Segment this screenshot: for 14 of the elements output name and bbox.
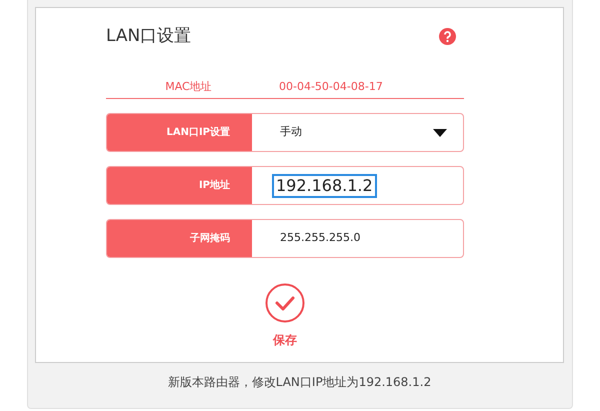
value-text[interactable]: 255.255.255.0 [280,230,360,247]
field-label: 子网掩码 [107,220,252,257]
help-icon[interactable] [439,28,456,45]
page-title: LAN口设置 [106,25,192,48]
save-button[interactable]: 保存 [273,331,297,349]
field-label: IP地址 [107,167,252,204]
dropdown-caret-icon[interactable] [433,128,447,136]
mac-value: 00-04-50-04-08-17 [278,79,383,95]
ip-input-field[interactable]: 192.168.1.2 [272,174,377,198]
mode-dropdown-value[interactable]: 手动 [280,124,302,141]
caption-text: 新版本路由器，修改LAN口IP地址为192.168.1.2 [166,374,432,391]
check-icon[interactable] [265,283,305,323]
field-label: LAN口IP设置 [107,114,252,151]
mac-label: MAC地址 [164,79,213,95]
